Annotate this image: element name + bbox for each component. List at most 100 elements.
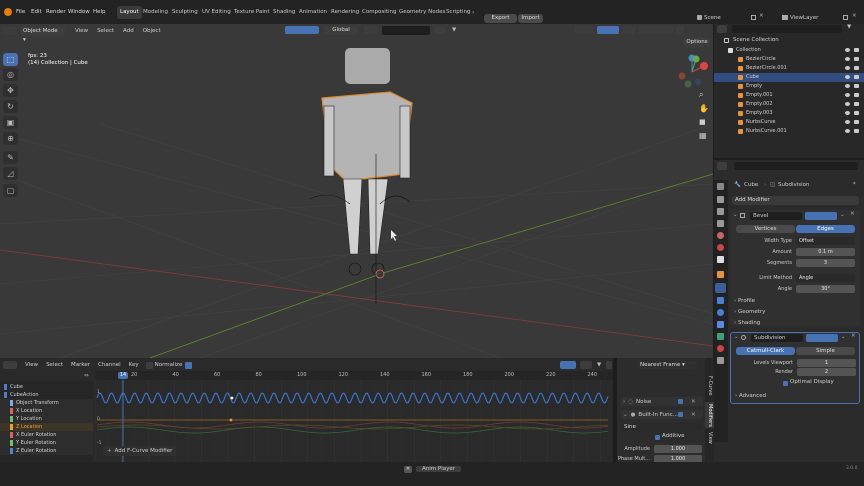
pan-hand-icon[interactable]: ✋ bbox=[699, 104, 709, 113]
tab-animation[interactable]: Animation bbox=[296, 6, 330, 19]
options-button[interactable]: Options bbox=[683, 38, 711, 47]
view-layer-name[interactable]: ViewLayer bbox=[790, 14, 818, 23]
viewport-menu-object[interactable]: Object bbox=[143, 28, 161, 34]
pivot-icon[interactable] bbox=[560, 361, 576, 369]
transform-orientation-select[interactable]: Global bbox=[324, 25, 358, 35]
menu-help[interactable]: Help bbox=[90, 6, 109, 19]
bevel-dropdown-icon[interactable]: ⌄ bbox=[840, 212, 845, 218]
amount-field[interactable]: 0.1 m bbox=[796, 248, 855, 256]
noise-enable-checkbox[interactable] bbox=[678, 399, 683, 404]
filter-icon[interactable]: ▼ bbox=[847, 24, 851, 30]
graph-menu-marker[interactable]: Marker bbox=[71, 362, 90, 368]
segments-field[interactable]: 3 bbox=[796, 259, 855, 267]
scale-tool-icon[interactable]: ▣ bbox=[3, 116, 18, 129]
outliner-search-input[interactable] bbox=[732, 25, 842, 33]
subdivision-name-field[interactable]: Subdivision bbox=[751, 334, 803, 342]
visibility-eye-icon[interactable] bbox=[845, 93, 850, 97]
noise-modifier-row[interactable]: › ◌ Noise ✕ bbox=[621, 397, 703, 406]
visibility-eye-icon[interactable] bbox=[845, 111, 850, 115]
bevel-name-field[interactable]: Bevel bbox=[750, 212, 802, 220]
geometry-section[interactable]: › Geometry bbox=[734, 309, 765, 315]
render-tab-icon[interactable] bbox=[717, 196, 724, 203]
tab-shading[interactable]: Shading bbox=[270, 6, 298, 19]
builtin-modifier-row[interactable]: ⌄ ● Built-In Func... ✕ bbox=[621, 410, 703, 419]
builtin-enable-checkbox[interactable] bbox=[678, 412, 683, 417]
import-button[interactable]: Import bbox=[518, 14, 543, 23]
menu-window[interactable]: Window bbox=[65, 6, 93, 19]
navigation-gizmo[interactable] bbox=[674, 54, 710, 90]
chevron-down-icon[interactable]: ⌄ bbox=[734, 334, 739, 340]
3d-viewport[interactable]: Object Mode ▾ View Select Add Object Glo… bbox=[0, 24, 713, 358]
select-tool-icon[interactable]: ⬚ bbox=[3, 53, 18, 66]
outliner-item[interactable]: Empty bbox=[714, 82, 864, 91]
outliner-item[interactable]: Empty.001 bbox=[714, 91, 864, 100]
tab-modeling[interactable]: Modeling bbox=[140, 6, 171, 19]
tab-layout[interactable]: Layout bbox=[117, 6, 142, 19]
channel-search[interactable] bbox=[0, 372, 93, 381]
texture-tab-icon[interactable] bbox=[717, 357, 724, 364]
xray-icon[interactable] bbox=[623, 26, 635, 34]
close-icon[interactable]: ✕ bbox=[852, 13, 857, 19]
catmull-clark-button[interactable]: Catmull-Clark bbox=[736, 347, 795, 355]
render-camera-icon[interactable] bbox=[854, 57, 859, 61]
tab-view[interactable]: View bbox=[705, 430, 714, 446]
builtin-delete-icon[interactable]: ✕ bbox=[691, 412, 696, 418]
visibility-eye-icon[interactable] bbox=[845, 75, 850, 79]
optimal-display-checkbox[interactable] bbox=[783, 381, 788, 386]
render-levels-field[interactable]: 2 bbox=[797, 368, 856, 376]
menu-file[interactable]: File bbox=[13, 6, 28, 19]
bevel-tab-vertices[interactable]: Vertices bbox=[736, 225, 795, 233]
tab-modifiers[interactable]: Modifiers bbox=[705, 402, 714, 428]
outliner-item[interactable]: BezierCircle.001 bbox=[714, 64, 864, 73]
chevron-right-icon[interactable]: › bbox=[472, 9, 474, 16]
outliner-type-icon[interactable] bbox=[717, 25, 727, 33]
render-camera-icon[interactable] bbox=[854, 75, 859, 79]
tab-rendering[interactable]: Rendering bbox=[328, 6, 362, 19]
fmod-param-field[interactable]: 1.000 bbox=[654, 445, 702, 453]
zoom-icon[interactable]: ⌕ bbox=[699, 90, 703, 100]
channel-row[interactable]: CubeAction bbox=[0, 391, 93, 399]
subdivision-toggle-icons[interactable] bbox=[806, 334, 838, 342]
levels-viewport-field[interactable]: 1 bbox=[797, 359, 856, 367]
viewport-menu-view[interactable]: View bbox=[75, 28, 88, 34]
viewport-menu-add[interactable]: Add bbox=[123, 28, 134, 34]
channel-row[interactable]: X Location bbox=[0, 407, 93, 415]
channel-row[interactable]: X Euler Rotation bbox=[0, 431, 93, 439]
filter-icon[interactable]: ▼ bbox=[597, 362, 601, 368]
proportional-icon[interactable] bbox=[580, 361, 592, 369]
bevel-tab-edges[interactable]: Edges bbox=[796, 225, 855, 233]
shading-mode-icons[interactable] bbox=[639, 26, 673, 34]
bevel-delete-icon[interactable]: ✕ bbox=[850, 211, 855, 217]
tool-tab-icon[interactable] bbox=[717, 183, 724, 190]
additive-checkbox[interactable] bbox=[655, 435, 660, 440]
graph-menu-select[interactable]: Select bbox=[46, 362, 63, 368]
chevron-down-icon[interactable]: ⌄ bbox=[733, 212, 738, 218]
bevel-toggle-icons[interactable] bbox=[805, 212, 837, 220]
graph-menu-key[interactable]: Key bbox=[129, 362, 139, 368]
outliner-item[interactable]: Empty.003 bbox=[714, 109, 864, 118]
graph-editor-type-icon[interactable] bbox=[3, 361, 17, 369]
shading-section[interactable]: › Shading bbox=[734, 320, 760, 326]
overlay-toggle-icon[interactable] bbox=[597, 26, 619, 34]
graph-menu-channel[interactable]: Channel bbox=[98, 362, 121, 368]
tab-sculpting[interactable]: Sculpting bbox=[169, 6, 201, 19]
cancel-icon[interactable]: ✕ bbox=[404, 465, 412, 473]
current-frame-badge[interactable]: 14 bbox=[118, 372, 128, 379]
subdivision-dropdown-icon[interactable]: ⌄ bbox=[841, 334, 846, 340]
subdivision-delete-icon[interactable]: ✕ bbox=[851, 333, 856, 339]
physics-tab-icon[interactable] bbox=[717, 309, 724, 316]
outliner-item[interactable]: NurbsCurve bbox=[714, 118, 864, 127]
add-modifier-button[interactable]: Add Modifier bbox=[732, 196, 859, 205]
copy-icon[interactable] bbox=[843, 15, 848, 20]
scene-tab-icon[interactable] bbox=[717, 232, 724, 239]
outliner-item[interactable]: NurbsCurve.001 bbox=[714, 127, 864, 136]
width-type-select[interactable]: Offset bbox=[796, 237, 855, 245]
advanced-section[interactable]: › Advanced bbox=[735, 393, 766, 399]
filter-icon[interactable]: ▼ bbox=[452, 27, 456, 33]
channel-row[interactable]: Cube bbox=[0, 383, 93, 391]
outliner-item[interactable]: Empty.002 bbox=[714, 100, 864, 109]
outliner-item[interactable]: Cube bbox=[714, 73, 864, 82]
ghost-icon[interactable] bbox=[606, 361, 613, 369]
properties-search-input[interactable] bbox=[734, 162, 858, 170]
shading-dropdown-icon[interactable] bbox=[676, 26, 684, 34]
